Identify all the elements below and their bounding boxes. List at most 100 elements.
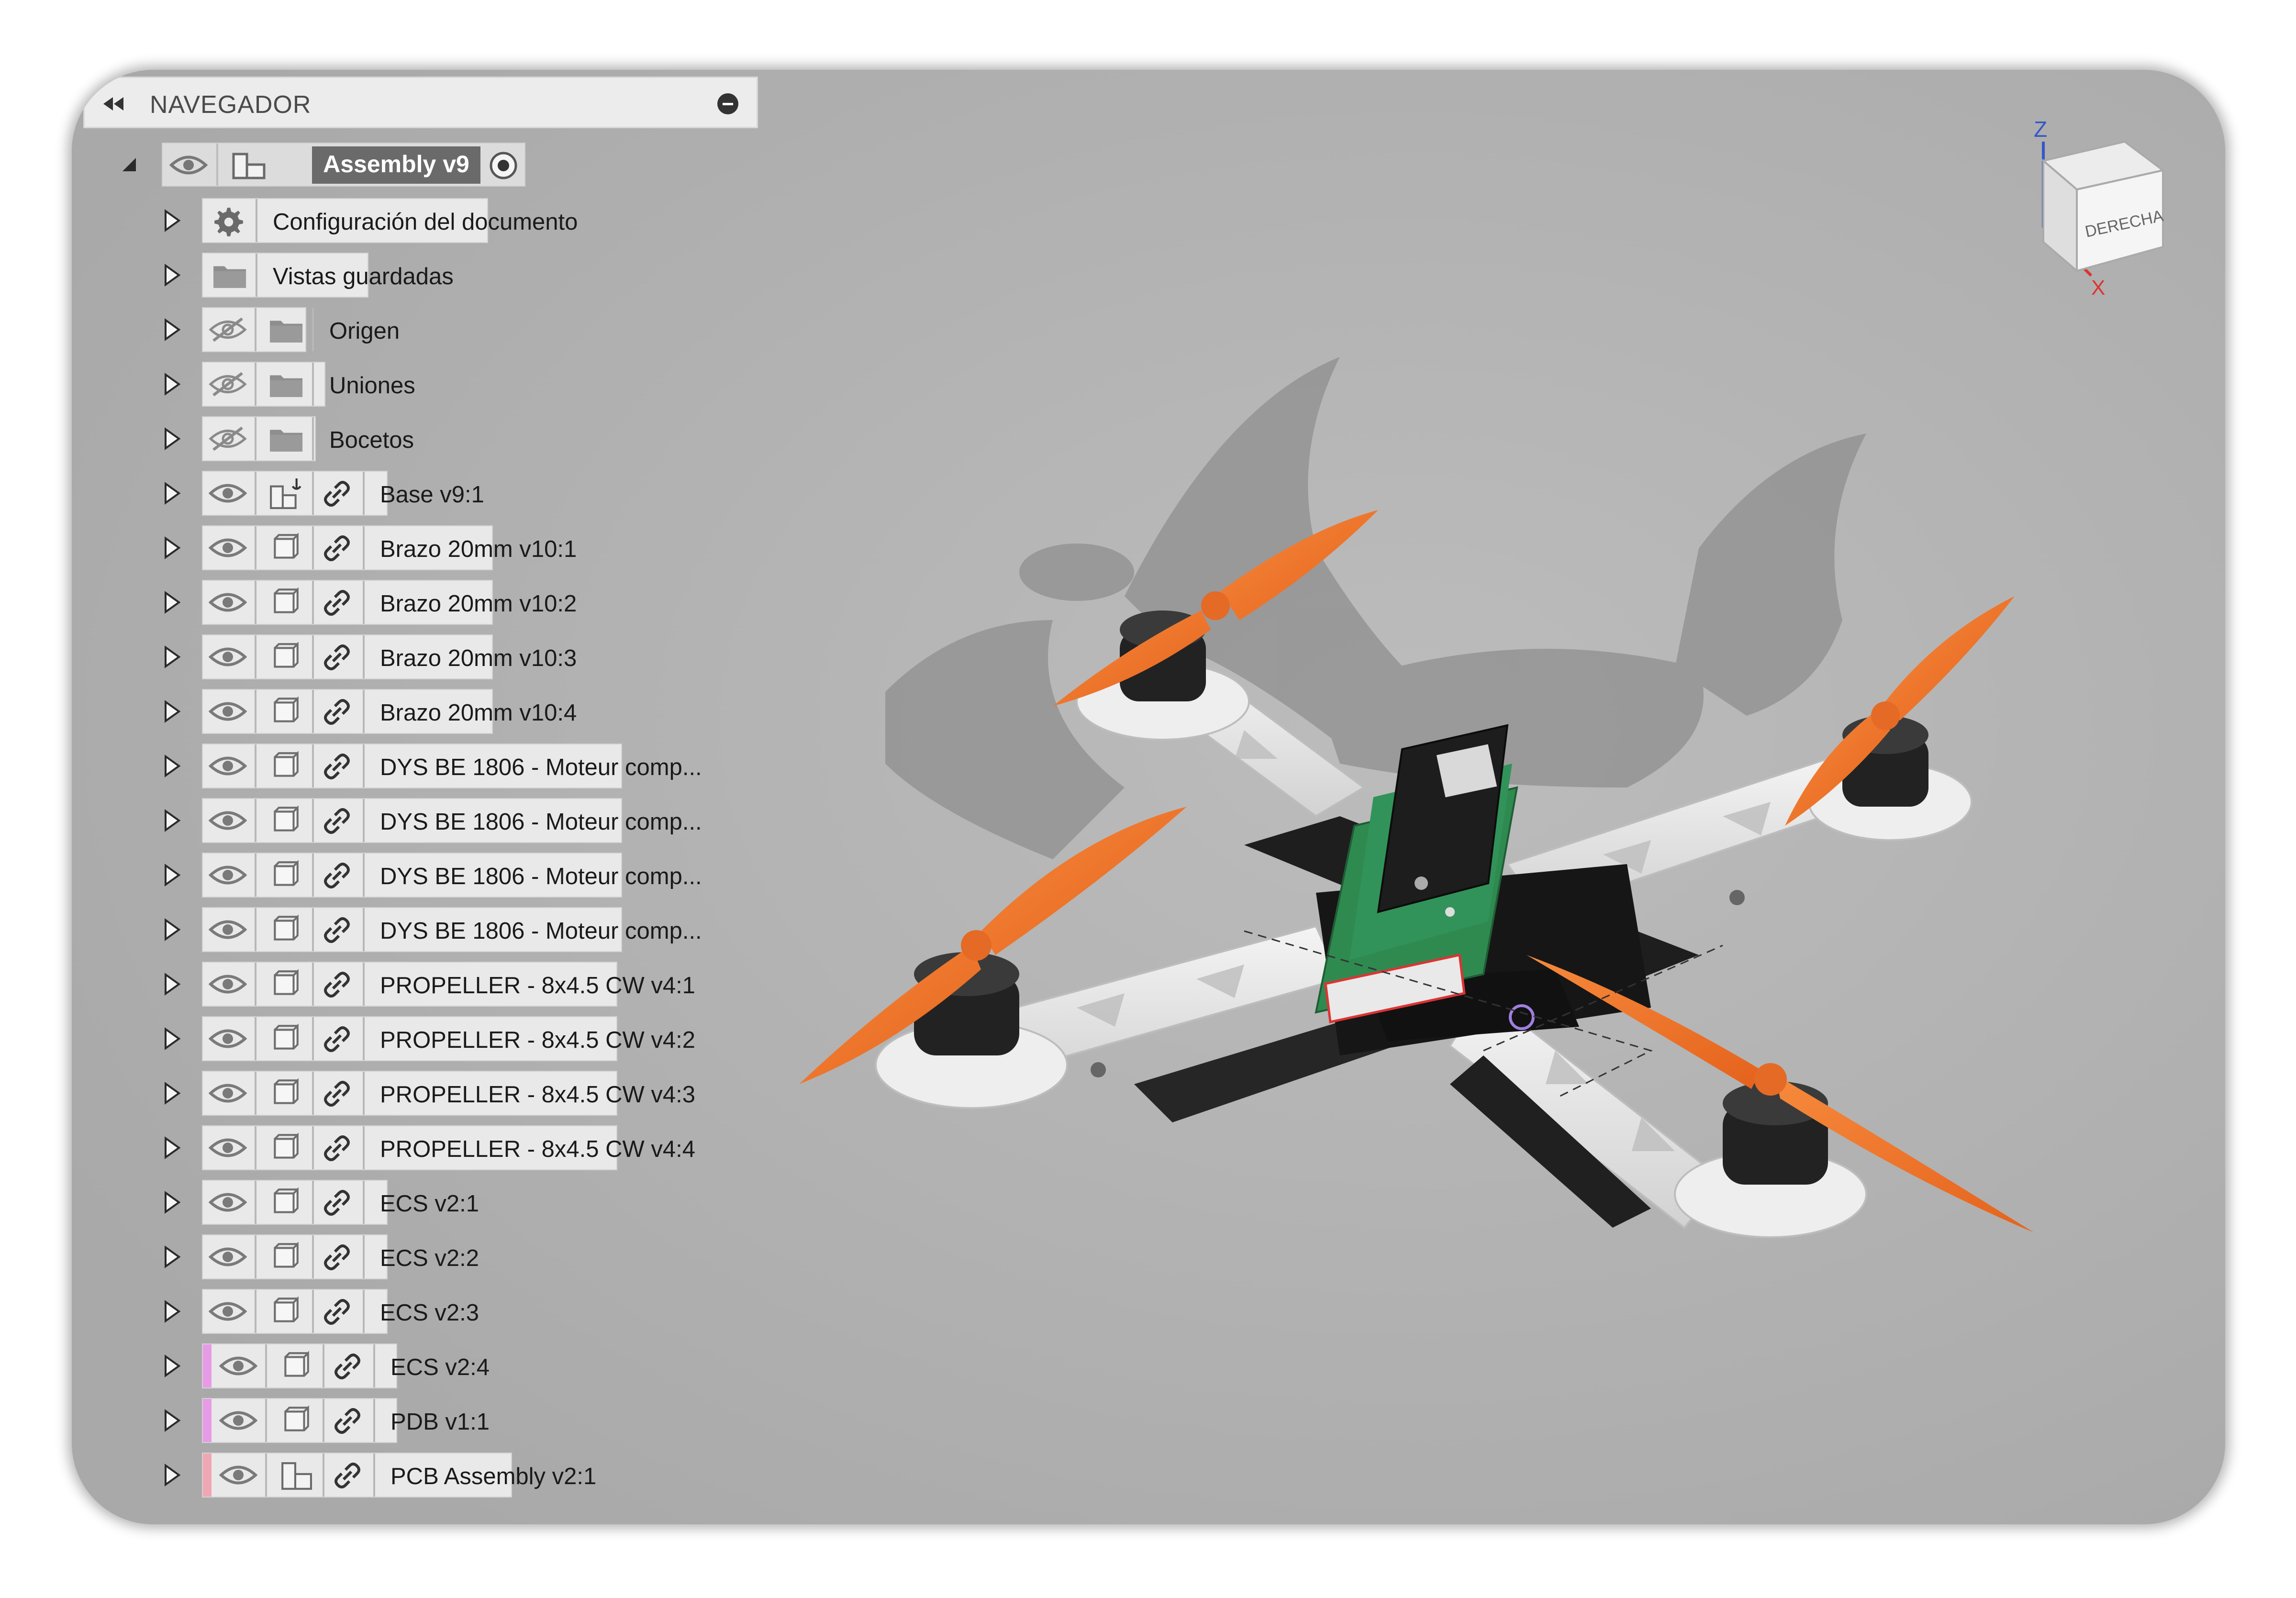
tree-item-pill[interactable]: DYS BE 1806 - Moteur comp...	[202, 798, 702, 843]
expand-triangle-icon[interactable]	[163, 536, 182, 560]
eye-icon[interactable]	[219, 1353, 257, 1379]
eye-icon[interactable]	[209, 862, 247, 888]
eye-icon[interactable]	[219, 1408, 257, 1433]
eye-icon[interactable]	[209, 1135, 247, 1161]
component-icon	[284, 1405, 309, 1432]
axis-x-label: X	[2091, 276, 2105, 295]
tree-item-pill[interactable]: Base v9:1	[202, 471, 484, 516]
collapse-root-triangle-icon[interactable]	[120, 155, 139, 174]
assembly-icon	[281, 1462, 312, 1490]
tree-item-label: PROPELLER - 8x4.5 CW v4:4	[380, 1136, 696, 1162]
expand-triangle-icon[interactable]	[163, 645, 182, 669]
eye-hidden-icon[interactable]	[209, 317, 247, 343]
tree-item-label: DYS BE 1806 - Moteur comp...	[380, 755, 702, 780]
tree-item-label: DYS BE 1806 - Moteur comp...	[380, 864, 702, 889]
expand-triangle-icon[interactable]	[163, 590, 182, 614]
expand-triangle-icon[interactable]	[163, 1027, 182, 1051]
eye-icon[interactable]	[209, 917, 247, 943]
eye-icon[interactable]	[209, 1244, 247, 1270]
tree-item-label: Brazo 20mm v10:2	[380, 591, 577, 617]
eye-icon[interactable]	[209, 1189, 247, 1215]
expand-triangle-icon[interactable]	[163, 699, 182, 723]
tree-item-pill[interactable]: Brazo 20mm v10:1	[202, 525, 577, 570]
component-icon	[274, 1187, 299, 1213]
eye-hidden-icon[interactable]	[209, 371, 247, 397]
link-icon	[324, 1244, 350, 1270]
minimize-panel-icon[interactable]	[717, 93, 738, 114]
eye-icon[interactable]	[209, 971, 247, 997]
tree-item-pill[interactable]: PROPELLER - 8x4.5 CW v4:2	[202, 1016, 695, 1061]
tree-item-pill[interactable]: Uniones	[202, 362, 415, 407]
expand-triangle-icon[interactable]	[163, 1409, 182, 1432]
tree-item-label: PCB Assembly v2:1	[390, 1464, 597, 1489]
folder-icon	[270, 430, 303, 452]
expand-triangle-icon[interactable]	[163, 427, 182, 451]
expand-triangle-icon[interactable]	[163, 863, 182, 887]
tree-item-label: Origen	[329, 318, 400, 344]
tree-item-pill[interactable]: ECS v2:4	[202, 1343, 490, 1388]
tree-item-pill[interactable]: Origen	[202, 307, 400, 352]
tree-item-pill[interactable]: Brazo 20mm v10:2	[202, 580, 577, 625]
expand-triangle-icon[interactable]	[163, 918, 182, 942]
tree-item-pill[interactable]: Brazo 20mm v10:4	[202, 689, 577, 734]
eye-icon[interactable]	[209, 535, 247, 561]
eye-icon[interactable]	[209, 480, 247, 506]
expand-triangle-icon[interactable]	[163, 1245, 182, 1269]
expand-triangle-icon[interactable]	[163, 481, 182, 505]
collapse-double-arrow-icon[interactable]	[101, 94, 125, 113]
link-icon	[324, 1026, 350, 1052]
tree-item-pill[interactable]: Bocetos	[202, 416, 414, 461]
expand-triangle-icon[interactable]	[163, 263, 182, 287]
eye-icon[interactable]	[209, 808, 247, 833]
expand-triangle-icon[interactable]	[163, 209, 182, 233]
eye-hidden-icon[interactable]	[209, 426, 247, 452]
tree-item-pill[interactable]: DYS BE 1806 - Moteur comp...	[202, 853, 702, 898]
expand-triangle-icon[interactable]	[163, 1081, 182, 1105]
expand-triangle-icon[interactable]	[163, 318, 182, 342]
tree-item-pill[interactable]: PROPELLER - 8x4.5 CW v4:3	[202, 1071, 695, 1116]
component-icon	[274, 1023, 299, 1050]
tree-item-pill[interactable]: Configuración del documento	[202, 198, 578, 243]
eye-icon[interactable]	[209, 699, 247, 724]
tree-item-pill[interactable]: DYS BE 1806 - Moteur comp...	[202, 907, 702, 952]
tree-item-pill[interactable]: Brazo 20mm v10:3	[202, 634, 577, 679]
eye-icon[interactable]	[169, 152, 208, 178]
tree-item-pill[interactable]: PCB Assembly v2:1	[202, 1453, 596, 1498]
eye-icon[interactable]	[209, 1026, 247, 1052]
tree-item-pill[interactable]: ECS v2:3	[202, 1289, 479, 1334]
expand-triangle-icon[interactable]	[163, 754, 182, 778]
link-icon	[324, 535, 350, 561]
eye-icon[interactable]	[209, 1298, 247, 1324]
link-icon	[324, 699, 350, 725]
tree-item-pill[interactable]: PROPELLER - 8x4.5 CW v4:1	[202, 962, 695, 1007]
eye-icon[interactable]	[209, 644, 247, 670]
expand-triangle-icon[interactable]	[163, 1463, 182, 1487]
expand-triangle-icon[interactable]	[163, 1299, 182, 1323]
eye-icon[interactable]	[209, 753, 247, 779]
expand-triangle-icon[interactable]	[163, 809, 182, 832]
expand-triangle-icon[interactable]	[163, 372, 182, 396]
tree-item-pill[interactable]: ECS v2:2	[202, 1234, 479, 1279]
gear-icon	[214, 208, 243, 236]
expand-triangle-icon[interactable]	[163, 1136, 182, 1160]
tree-item-pill[interactable]: PDB v1:1	[202, 1398, 490, 1443]
eye-icon[interactable]	[209, 1080, 247, 1106]
app-window: NAVEGADOR Assembly v9 Configuración del …	[72, 70, 2225, 1524]
component-icon	[274, 1296, 299, 1322]
link-icon	[324, 1135, 350, 1161]
tree-item-pill[interactable]: PROPELLER - 8x4.5 CW v4:4	[202, 1125, 695, 1170]
expand-triangle-icon[interactable]	[163, 1190, 182, 1214]
eye-icon[interactable]	[219, 1462, 257, 1488]
tree-item-label: ECS v2:1	[380, 1191, 479, 1217]
expand-triangle-icon[interactable]	[163, 972, 182, 996]
tree-item-label: PROPELLER - 8x4.5 CW v4:3	[380, 1082, 696, 1108]
tree-item-pill[interactable]: DYS BE 1806 - Moteur comp...	[202, 744, 702, 788]
eye-icon[interactable]	[209, 589, 247, 615]
tree-item-pill[interactable]: ECS v2:1	[202, 1180, 479, 1225]
viewcube[interactable]: Z X DERECHA	[2034, 94, 2187, 295]
expand-triangle-icon[interactable]	[163, 1354, 182, 1378]
tree-item-pill[interactable]: Vistas guardadas	[202, 253, 454, 298]
tree-item-label: ECS v2:2	[380, 1245, 479, 1271]
root-assembly-row[interactable]: Assembly v9	[162, 143, 525, 187]
activate-radio-icon[interactable]	[488, 150, 519, 181]
